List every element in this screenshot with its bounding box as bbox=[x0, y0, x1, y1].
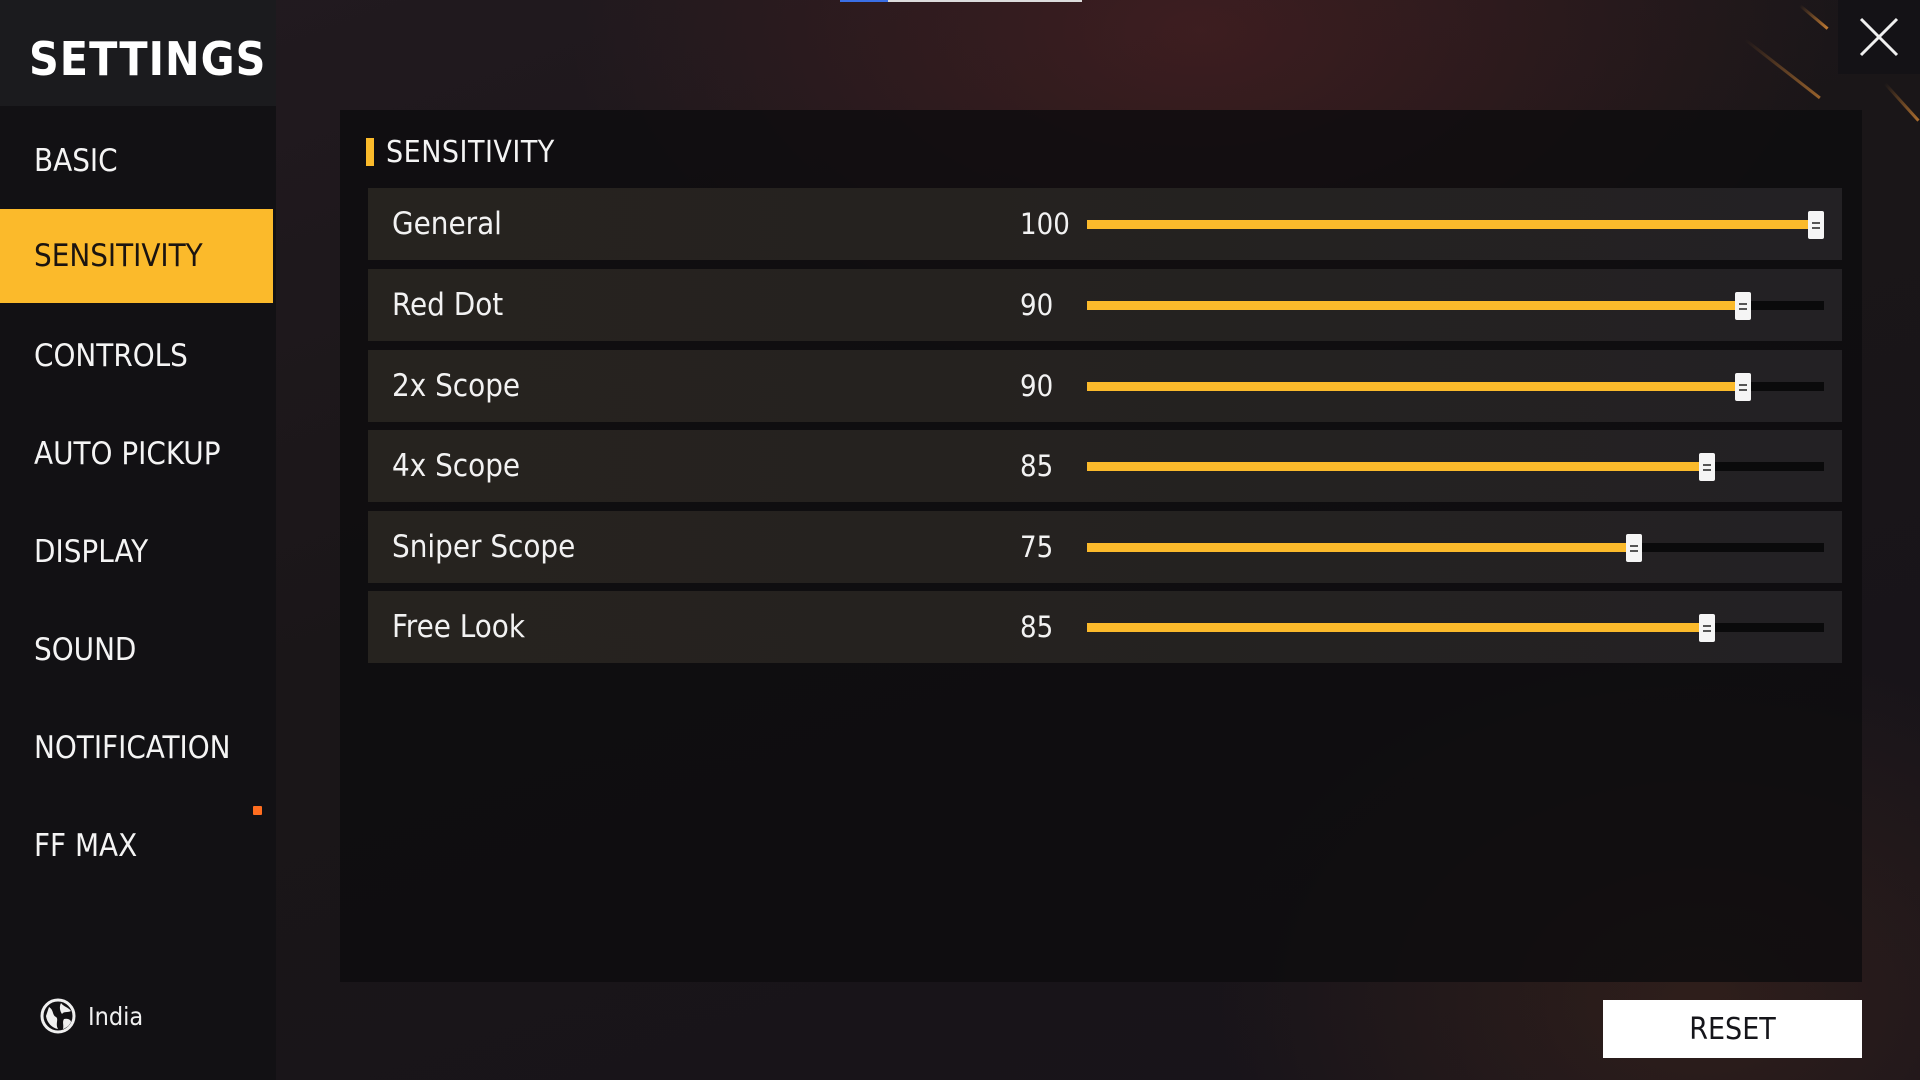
panel-title: SENSITIVITY bbox=[386, 134, 555, 170]
decor-streak bbox=[1744, 38, 1821, 100]
slider-thumb[interactable] bbox=[1735, 292, 1751, 320]
close-icon bbox=[1859, 17, 1899, 57]
sidebar-item-notification[interactable]: NOTIFICATION bbox=[0, 701, 273, 795]
row-label: Free Look bbox=[392, 609, 526, 645]
top-strip-blue-segment bbox=[840, 0, 888, 2]
row-label: Red Dot bbox=[392, 287, 504, 323]
sensitivity-row-4x-scope: 4x Scope 85 bbox=[368, 430, 1842, 502]
slider-fill bbox=[1087, 382, 1743, 391]
decor-streak bbox=[1883, 82, 1920, 122]
sidebar-item-basic[interactable]: BASIC bbox=[0, 114, 273, 208]
sidebar-item-sound[interactable]: SOUND bbox=[0, 603, 273, 697]
slider-thumb[interactable] bbox=[1699, 614, 1715, 642]
top-strip-white-segment bbox=[888, 0, 1082, 2]
row-label: 2x Scope bbox=[392, 368, 521, 404]
sensitivity-panel: SENSITIVITY General 100 Red Dot 90 2x Sc… bbox=[340, 110, 1862, 982]
sensitivity-row-2x-scope: 2x Scope 90 bbox=[368, 350, 1842, 422]
red-dot-slider[interactable] bbox=[1087, 292, 1824, 320]
sniper-scope-slider[interactable] bbox=[1087, 534, 1824, 562]
reset-button[interactable]: RESET bbox=[1603, 1000, 1862, 1058]
header-accent-bar bbox=[366, 138, 374, 166]
slider-fill bbox=[1087, 623, 1707, 632]
settings-screen: SETTINGS BASIC SENSITIVITY CONTROLS AUTO… bbox=[0, 0, 1920, 1080]
sidebar-title: SETTINGS bbox=[0, 0, 276, 106]
row-label: Sniper Scope bbox=[392, 529, 576, 565]
sensitivity-row-sniper-scope: Sniper Scope 75 bbox=[368, 511, 1842, 583]
slider-thumb[interactable] bbox=[1735, 373, 1751, 401]
sensitivity-row-free-look: Free Look 85 bbox=[368, 591, 1842, 663]
row-value: 85 bbox=[1020, 610, 1054, 644]
sensitivity-row-general: General 100 bbox=[368, 188, 1842, 260]
region-selector[interactable]: India bbox=[40, 996, 143, 1036]
decor-streak bbox=[1799, 4, 1829, 30]
notification-dot bbox=[253, 806, 262, 815]
slider-thumb[interactable] bbox=[1699, 453, 1715, 481]
slider-fill bbox=[1087, 543, 1634, 552]
panel-header: SENSITIVITY bbox=[366, 132, 555, 172]
row-value: 90 bbox=[1020, 369, 1054, 403]
settings-sidebar: SETTINGS BASIC SENSITIVITY CONTROLS AUTO… bbox=[0, 0, 276, 1080]
sidebar-item-controls[interactable]: CONTROLS bbox=[0, 309, 273, 403]
sensitivity-row-red-dot: Red Dot 90 bbox=[368, 269, 1842, 341]
region-label: India bbox=[88, 1001, 144, 1031]
sidebar-item-sensitivity[interactable]: SENSITIVITY bbox=[0, 209, 273, 303]
2x-scope-slider[interactable] bbox=[1087, 373, 1824, 401]
row-value: 85 bbox=[1020, 449, 1054, 483]
slider-thumb[interactable] bbox=[1626, 534, 1642, 562]
row-value: 100 bbox=[1020, 207, 1070, 241]
sidebar-item-auto-pickup[interactable]: AUTO PICKUP bbox=[0, 407, 273, 501]
slider-fill bbox=[1087, 301, 1743, 310]
slider-fill bbox=[1087, 220, 1816, 229]
sidebar-item-ff-max[interactable]: FF MAX bbox=[0, 799, 273, 893]
top-progress-strip bbox=[840, 0, 1082, 2]
row-label: General bbox=[392, 206, 502, 242]
free-look-slider[interactable] bbox=[1087, 614, 1824, 642]
slider-fill bbox=[1087, 462, 1707, 471]
general-slider[interactable] bbox=[1087, 211, 1824, 239]
sidebar-item-display[interactable]: DISPLAY bbox=[0, 505, 273, 599]
row-value: 90 bbox=[1020, 288, 1054, 322]
slider-thumb[interactable] bbox=[1808, 211, 1824, 239]
4x-scope-slider[interactable] bbox=[1087, 453, 1824, 481]
row-value: 75 bbox=[1020, 530, 1054, 564]
close-button[interactable] bbox=[1838, 0, 1920, 74]
globe-icon bbox=[40, 998, 76, 1034]
row-label: 4x Scope bbox=[392, 448, 521, 484]
